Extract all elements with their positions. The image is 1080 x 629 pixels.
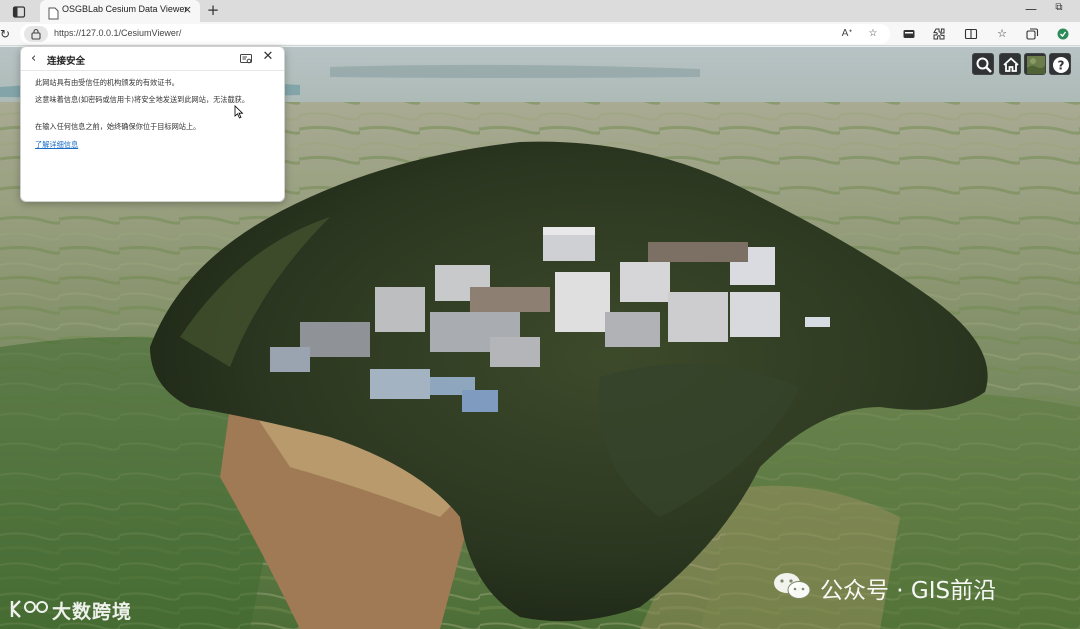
svg-text:?: ?	[1058, 59, 1065, 73]
extensions-icon[interactable]	[932, 27, 946, 41]
navigation-help-button[interactable]: ?	[1049, 53, 1071, 75]
browser-tab[interactable]: OSGBLab Cesium Data Viewer ×	[40, 0, 200, 22]
lock-icon	[31, 28, 41, 40]
reload-icon[interactable]: ↻	[0, 27, 10, 41]
tab-strip: OSGBLab Cesium Data Viewer × + — ⧉	[0, 0, 1080, 22]
watermark-right-text: 公众号 · GIS前沿	[820, 578, 997, 604]
split-screen-icon[interactable]	[902, 27, 916, 41]
copilot-icon[interactable]	[1056, 27, 1070, 41]
connection-security-popup: ‹ 连接安全 ✕ 此网站具有由受信任的机构颁发的有效证书。 这意味着信息(如密码…	[20, 46, 285, 202]
minimize-button[interactable]: —	[1024, 2, 1038, 18]
collections-icon[interactable]	[1025, 27, 1039, 41]
tab-close-button[interactable]: ×	[183, 3, 192, 17]
new-tab-button[interactable]: +	[205, 1, 221, 19]
wechat-icon	[774, 573, 811, 599]
watermark-right: 公众号 · GIS前沿	[772, 567, 1062, 604]
base-layer-picker-icon	[1027, 56, 1045, 74]
home-icon	[1003, 57, 1019, 72]
cursor-icon	[234, 105, 244, 119]
popup-title: 连接安全	[47, 56, 86, 67]
geocoder-button[interactable]	[972, 53, 994, 75]
close-icon[interactable]: ✕	[261, 50, 275, 64]
base-layer-picker-button[interactable]	[1024, 53, 1046, 75]
favorite-star-icon[interactable]: ☆	[866, 27, 880, 41]
watermark-left-text: 大数跨境	[52, 601, 133, 623]
verify-site-text: 在输入任何信息之前，始终确保你位于目标网站上。	[35, 122, 201, 131]
watermark-logo-icon	[10, 600, 48, 618]
sidebar-icon[interactable]	[12, 4, 26, 18]
certificate-valid-text: 此网站具有由受信任的机构颁发的有效证书。	[35, 78, 179, 87]
browser-toolbar: ↻ https://127.0.0.1/CesiumViewer/ Aᐩ ☆ ☆	[0, 22, 1080, 46]
address-bar[interactable]: https://127.0.0.1/CesiumViewer/ Aᐩ ☆	[20, 24, 890, 44]
restore-button[interactable]: ⧉	[1052, 2, 1066, 18]
tab-title: OSGBLab Cesium Data Viewer	[62, 4, 188, 14]
certificate-icon[interactable]	[239, 51, 253, 65]
help-icon: ?	[1053, 57, 1069, 73]
popup-divider	[21, 70, 284, 71]
site-info-button[interactable]	[24, 26, 48, 42]
page-icon	[48, 5, 59, 20]
url-text[interactable]: https://127.0.0.1/CesiumViewer/	[54, 28, 181, 38]
reading-view-icon[interactable]	[964, 27, 978, 41]
read-aloud-icon[interactable]: Aᐩ	[840, 27, 854, 41]
favorites-icon[interactable]: ☆	[995, 27, 1009, 41]
learn-more-link[interactable]: 了解详细信息	[35, 140, 78, 150]
watermark-left: 大数跨境	[8, 595, 148, 625]
back-button[interactable]: ‹	[31, 52, 43, 66]
home-button[interactable]	[999, 53, 1021, 75]
search-icon	[976, 57, 992, 73]
secure-info-text: 这意味着信息(如密码或信用卡)将安全地发送到此网站，无法截获。	[35, 95, 250, 104]
